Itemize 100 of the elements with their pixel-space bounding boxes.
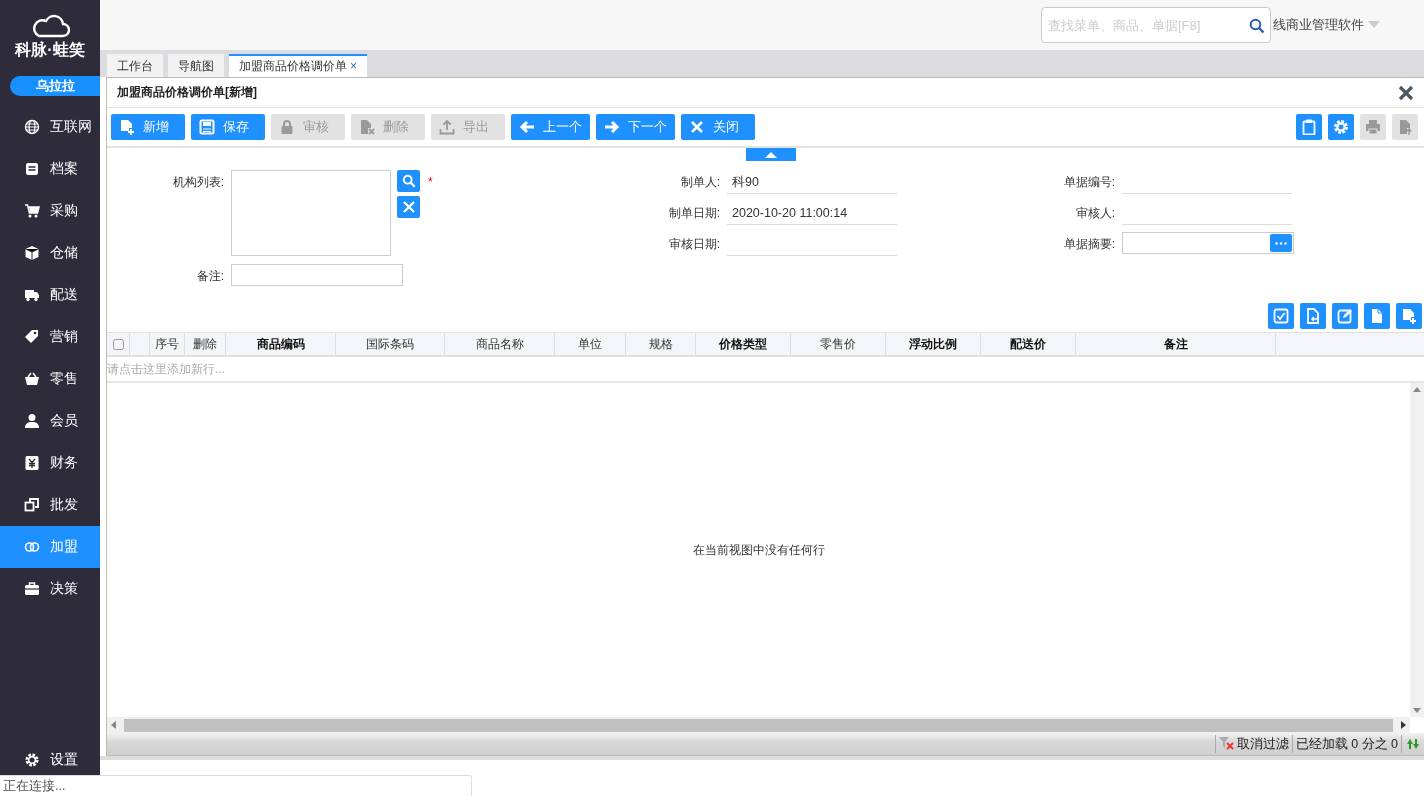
- document-icon: [1369, 308, 1385, 324]
- checkbox-icon: [1273, 308, 1289, 324]
- tab[interactable]: 工作台: [107, 54, 163, 77]
- remark-field[interactable]: [231, 264, 403, 286]
- yen-icon: [24, 455, 40, 471]
- clear-filter-icon[interactable]: [1218, 737, 1235, 751]
- refresh-icon[interactable]: [1405, 737, 1421, 751]
- file-upload-icon: [1397, 119, 1413, 135]
- tab-close-button[interactable]: ×: [350, 56, 357, 77]
- basket-icon: [24, 371, 40, 387]
- tab[interactable]: 加盟商品价格调价单 ×: [229, 54, 367, 77]
- file-plus-button[interactable]: [1396, 303, 1422, 329]
- padlock-icon: [279, 119, 295, 135]
- ellipsis-icon: [1275, 241, 1287, 245]
- sidebar-item[interactable]: 零售: [0, 358, 100, 400]
- clear-button[interactable]: [397, 196, 420, 218]
- globe-icon: [24, 119, 40, 135]
- sidebar-item[interactable]: 采购: [0, 190, 100, 232]
- clear-filter-link[interactable]: 取消过滤: [1236, 735, 1289, 753]
- rings-icon: [24, 539, 40, 555]
- collapse-toggle[interactable]: [745, 148, 796, 161]
- column-header[interactable]: 零售价: [791, 333, 886, 355]
- search-button[interactable]: [397, 170, 420, 192]
- sidebar-item[interactable]: 决策: [0, 568, 100, 610]
- clipboard-button[interactable]: [1296, 114, 1322, 140]
- column-header[interactable]: 浮动比例: [886, 333, 981, 355]
- column-header[interactable]: 单位: [555, 333, 626, 355]
- sidebar-item[interactable]: 批发: [0, 484, 100, 526]
- product-menu-label[interactable]: 线商业管理软件: [1273, 16, 1364, 34]
- clipboard-icon: [1301, 119, 1317, 135]
- scroll-left-icon[interactable]: [111, 721, 116, 729]
- column-header[interactable]: 商品编码: [226, 333, 336, 355]
- sidebar-item[interactable]: 仓储: [0, 232, 100, 274]
- scroll-up-icon[interactable]: [1413, 387, 1421, 392]
- settings-button[interactable]: [1328, 114, 1354, 140]
- column-header[interactable]: 国际条码: [336, 333, 445, 355]
- connection-status: 正在连接...: [2, 779, 66, 793]
- loaded-count: 已经加载 0 分之 0: [1295, 735, 1398, 753]
- printer-icon: [1365, 119, 1381, 135]
- sidebar-item[interactable]: 配送: [0, 274, 100, 316]
- file-refresh-button[interactable]: [1300, 303, 1326, 329]
- edit-button[interactable]: [1332, 303, 1358, 329]
- cart-icon: [24, 203, 40, 219]
- scroll-down-icon[interactable]: [1413, 708, 1421, 713]
- field-label: 单据编号:: [1062, 174, 1116, 191]
- file-x-icon: [359, 119, 375, 135]
- sidebar-item[interactable]: 互联网: [0, 106, 100, 148]
- scroll-right-icon[interactable]: [1401, 721, 1406, 729]
- horizontal-scrollbar[interactable]: [124, 718, 1393, 732]
- briefcase-icon: [24, 581, 40, 597]
- column-header[interactable]: 删除: [185, 333, 226, 355]
- required-mark: *: [428, 174, 433, 191]
- truck-icon: [24, 287, 40, 303]
- edit-icon: [1337, 308, 1353, 324]
- column-header[interactable]: 配送价: [981, 333, 1076, 355]
- close-icon: [689, 119, 705, 135]
- field-label: 制单人:: [679, 174, 721, 191]
- close-icon[interactable]: [1398, 84, 1414, 101]
- box-icon: [24, 245, 40, 261]
- column-header[interactable]: 备注: [1076, 333, 1276, 355]
- right-arrow-icon: [604, 119, 620, 135]
- checkbox[interactable]: [112, 338, 124, 350]
- document-icon: [24, 161, 40, 177]
- summary-field[interactable]: [1122, 232, 1294, 254]
- value-field[interactable]: 2020-10-20 11:00:14: [727, 201, 897, 225]
- search-icon: [401, 174, 416, 188]
- close-icon: [402, 201, 415, 213]
- panel-title: 加盟商品价格调价单[新增]: [117, 84, 257, 101]
- settings-icon[interactable]: [24, 752, 40, 768]
- settings-icon: [1333, 119, 1349, 135]
- field-label: 审核人:: [1074, 205, 1116, 222]
- field-label: 审核日期:: [667, 236, 721, 253]
- sidebar-item[interactable]: 档案: [0, 148, 100, 190]
- column-header[interactable]: 商品名称: [445, 333, 555, 355]
- document-button[interactable]: [1364, 303, 1390, 329]
- cloud-logo-icon: [30, 12, 70, 38]
- column-header[interactable]: 规格: [626, 333, 696, 355]
- brand-name: 科脉·蛙笑: [15, 40, 85, 60]
- more-button[interactable]: [1270, 234, 1292, 252]
- file-plus-icon: [1401, 308, 1417, 324]
- settings-label[interactable]: 设置: [50, 751, 78, 769]
- file-plus-icon: [119, 119, 135, 135]
- field-label: 备注:: [195, 268, 225, 285]
- up-triangle-icon: [764, 151, 777, 158]
- sidebar-item[interactable]: 营销: [0, 316, 100, 358]
- file-refresh-icon: [1305, 308, 1321, 324]
- sidebar-item[interactable]: 会员: [0, 400, 100, 442]
- field-label: 机构列表:: [171, 174, 225, 191]
- upload-icon: [439, 119, 455, 135]
- checkbox-button[interactable]: [1268, 303, 1294, 329]
- empty-message: 在当前视图中没有任何行: [692, 541, 825, 559]
- tag-icon: [24, 329, 40, 345]
- value-field[interactable]: 科90: [727, 170, 897, 194]
- tab[interactable]: 导航图: [168, 54, 224, 77]
- sidebar-item[interactable]: 财务: [0, 442, 100, 484]
- column-header[interactable]: 价格类型: [696, 333, 791, 355]
- person-icon: [24, 413, 40, 429]
- search-icon[interactable]: [1249, 18, 1265, 34]
- column-header[interactable]: 序号: [150, 333, 185, 355]
- field-label: 制单日期:: [667, 205, 721, 222]
